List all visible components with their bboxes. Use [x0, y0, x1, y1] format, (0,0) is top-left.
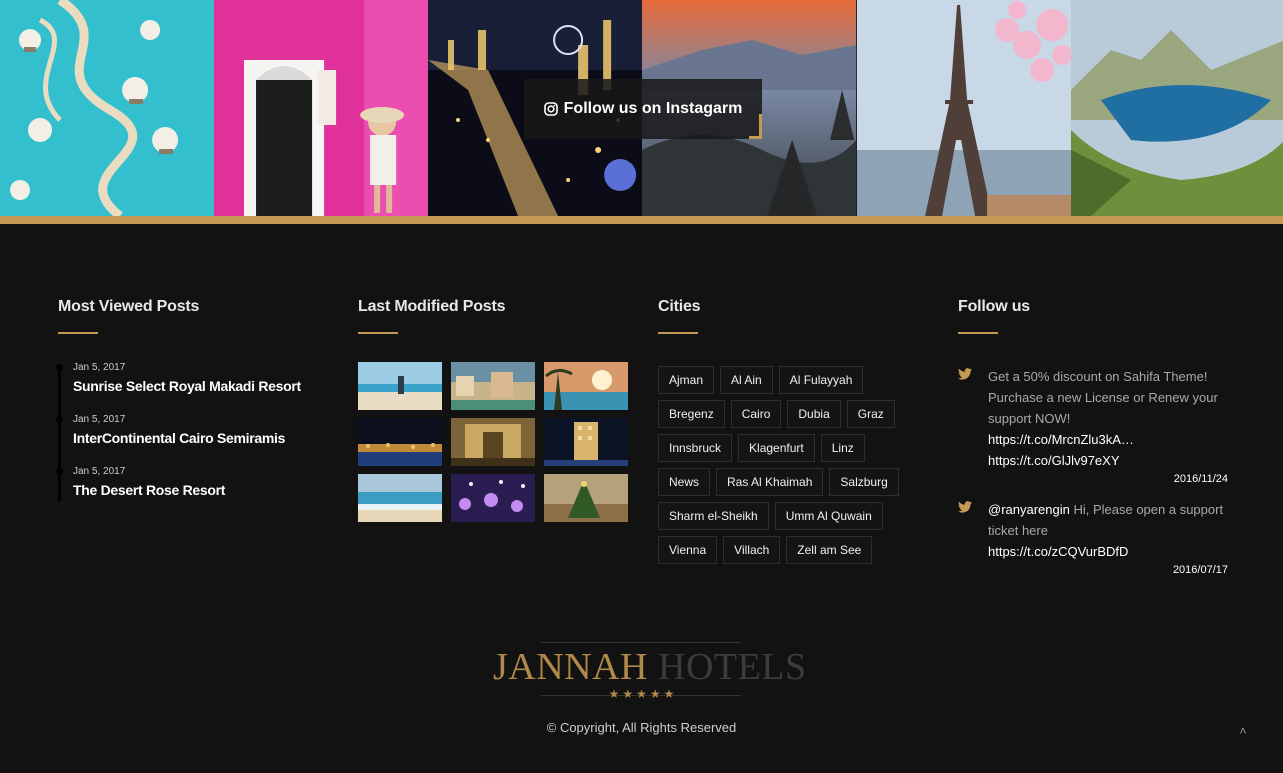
most-viewed-title: Most Viewed Posts [58, 298, 200, 315]
cities-tag-cloud: Ajman Al Ain Al Fulayyah Bregenz Cairo D… [658, 366, 908, 564]
tweets-list: Get a 50% discount on Sahifa Theme! Purc… [958, 366, 1228, 576]
tweet-date: 2016/11/24 [1173, 473, 1228, 485]
last-modified-widget: Last Modified Posts [358, 298, 628, 522]
logo-text: JANNAH HOTELS [493, 645, 806, 689]
tweet-link[interactable]: https://t.co/MrcnZlu3kA… [988, 432, 1134, 447]
footer-logo[interactable]: JANNAH HOTELS ★★★★★ [493, 642, 806, 702]
twitter-icon [958, 368, 972, 380]
city-tag[interactable]: Vienna [658, 536, 718, 564]
instagram-tile-pink-wall-door[interactable] [214, 0, 429, 216]
post-thumbnail[interactable] [544, 474, 628, 522]
city-tag[interactable]: Villach [723, 536, 781, 564]
title-underline [58, 332, 98, 334]
instagram-tile-coastal-cliffs[interactable] [1070, 0, 1283, 216]
star-rating-icon: ★★★★★ [608, 687, 678, 701]
tweet-user-mention[interactable]: @ranyarengin [988, 502, 1070, 517]
back-to-top-button[interactable]: ˄ [1236, 724, 1250, 738]
city-tag[interactable]: News [658, 468, 711, 496]
city-tag[interactable]: Innsbruck [658, 434, 733, 462]
cities-widget: Cities Ajman Al Ain Al Fulayyah Bregenz … [658, 298, 918, 564]
logo-word-jannah: JANNAH [493, 646, 648, 688]
tweet: Get a 50% discount on Sahifa Theme! Purc… [958, 366, 1228, 485]
city-tag[interactable]: Ras Al Khaimah [716, 468, 824, 496]
copyright-text: © Copyright, All Rights Reserved [546, 720, 737, 735]
tweet-date: 2016/07/17 [1172, 564, 1228, 576]
last-modified-title: Last Modified Posts [358, 298, 506, 315]
post-thumbnail[interactable] [451, 362, 535, 410]
city-tag[interactable]: Cairo [730, 400, 782, 428]
instagram-icon [543, 102, 558, 116]
cities-title: Cities [658, 298, 701, 315]
post-thumbnail[interactable] [544, 362, 628, 410]
most-viewed-list: Jan 5, 2017 Sunrise Select Royal Makadi … [56, 362, 318, 518]
list-item[interactable]: Jan 5, 2017 InterContinental Cairo Semir… [56, 414, 318, 466]
city-tag[interactable]: Zell am See [786, 536, 873, 564]
tweet: @ranyarengin Hi, Please open a support t… [958, 499, 1228, 576]
city-tag[interactable]: Graz [846, 400, 895, 428]
city-tag[interactable]: Salzburg [829, 468, 899, 496]
city-tag[interactable]: Al Fulayyah [778, 366, 864, 394]
follow-instagram-label: Follow us on Instagarm [563, 100, 743, 117]
post-thumbnail[interactable] [544, 418, 628, 466]
post-date: Jan 5, 2017 [73, 362, 126, 373]
city-tag[interactable]: Bregenz [658, 400, 725, 428]
city-tag[interactable]: Sharm el-Sheikh [658, 502, 769, 530]
instagram-tile-overwater-villas[interactable] [0, 0, 215, 216]
title-underline [658, 332, 698, 334]
follow-us-title: Follow us [958, 298, 1030, 315]
tweet-text: Get a 50% discount on Sahifa Theme! Purc… [988, 369, 1218, 426]
last-modified-grid [358, 362, 628, 522]
city-tag[interactable]: Dubia [787, 400, 841, 428]
post-title[interactable]: InterContinental Cairo Semiramis [73, 430, 318, 446]
tweet-link[interactable]: https://t.co/zCQVurBDfD [988, 544, 1128, 559]
post-thumbnail[interactable] [358, 362, 442, 410]
follow-instagram-button[interactable]: Follow us on Instagarm [524, 79, 762, 139]
post-title[interactable]: The Desert Rose Resort [73, 482, 318, 498]
city-tag[interactable]: Ajman [658, 366, 715, 394]
post-thumbnail[interactable] [451, 418, 535, 466]
title-underline [358, 332, 398, 334]
logo-word-hotels: HOTELS [648, 646, 807, 688]
post-thumbnail[interactable] [451, 474, 535, 522]
city-tag[interactable]: Linz [820, 434, 865, 462]
post-thumbnail[interactable] [358, 418, 442, 466]
post-thumbnail[interactable] [358, 474, 442, 522]
title-underline [958, 332, 998, 334]
list-item[interactable]: Jan 5, 2017 The Desert Rose Resort [56, 466, 318, 518]
most-viewed-widget: Most Viewed Posts Jan 5, 2017 Sunrise Se… [56, 298, 318, 518]
city-tag[interactable]: Klagenfurt [738, 434, 815, 462]
post-title[interactable]: Sunrise Select Royal Makadi Resort [73, 378, 318, 394]
post-date: Jan 5, 2017 [73, 466, 126, 477]
instagram-tile-eiffel-tower[interactable] [856, 0, 1071, 216]
city-tag[interactable]: Umm Al Quwain [774, 502, 883, 530]
list-item[interactable]: Jan 5, 2017 Sunrise Select Royal Makadi … [56, 362, 318, 414]
tweet-link[interactable]: https://t.co/GlJlv97eXY [988, 453, 1120, 468]
follow-us-widget: Follow us Get a 50% discount on Sahifa T… [958, 298, 1228, 590]
accent-bar [0, 216, 1283, 224]
logo-divider [541, 642, 741, 643]
post-date: Jan 5, 2017 [73, 414, 126, 425]
twitter-icon [958, 501, 972, 513]
city-tag[interactable]: Al Ain [720, 366, 773, 394]
